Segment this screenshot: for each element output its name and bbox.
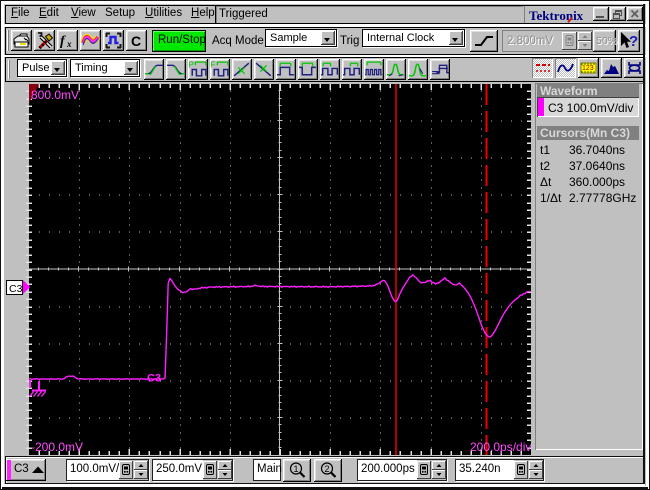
svg-text:F: F [211,60,216,69]
svg-text:-200.0mV: -200.0mV [31,440,83,454]
svg-text:800.0mV: 800.0mV [31,88,79,102]
svg-text:x: x [66,39,72,49]
svg-text:1: 1 [294,464,299,474]
svg-text:2: 2 [325,464,330,474]
svg-text:?: ? [629,33,638,50]
svg-text:f: f [60,34,66,49]
svg-text:200.0ps/div: 200.0ps/div [470,440,531,454]
svg-text:P: P [189,60,194,69]
svg-text:C3: C3 [147,373,161,385]
svg-text:C: C [131,33,141,49]
svg-text:123: 123 [582,65,594,72]
